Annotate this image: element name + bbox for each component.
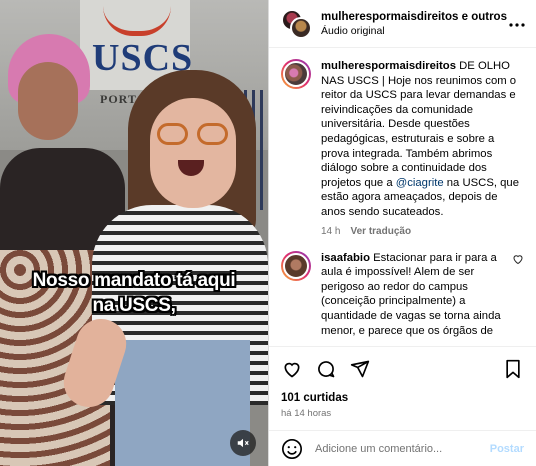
- header-username[interactable]: mulherespormaisdireitos: [321, 11, 458, 23]
- audio-link[interactable]: Áudio original: [321, 25, 508, 37]
- heart-icon: [284, 362, 300, 377]
- commenter-avatar[interactable]: [281, 250, 311, 281]
- comment-body: Estacionar para ir para a aula é impossí…: [321, 251, 501, 337]
- comment-icon: [318, 360, 335, 377]
- post-side-panel: mulherespormaisdireitos e outros Áudio o…: [268, 0, 536, 466]
- person-right-face: [150, 98, 236, 208]
- person-left-face: [18, 62, 78, 140]
- translate-link[interactable]: Ver tradução: [350, 226, 411, 237]
- comments-section[interactable]: mulherespormaisdireitos DE OLHO NAS USCS…: [269, 49, 536, 345]
- action-bar: [269, 346, 536, 390]
- collab-avatars[interactable]: [281, 8, 312, 39]
- instagram-post-view: USCS PORTARIA Nosso mandato tá aqui na U…: [0, 0, 536, 466]
- caption-meta: 14 h Ver tradução: [321, 226, 524, 237]
- mute-button[interactable]: [230, 430, 256, 456]
- post-comment-button[interactable]: Postar: [490, 443, 524, 455]
- header-text: mulherespormaisdireitos e outros Áudio o…: [321, 11, 508, 37]
- video-caption-line-1: Nosso mandato tá aqui: [32, 270, 236, 291]
- like-comment-icon[interactable]: [512, 253, 524, 265]
- comment-item: isaafabio Estacionar para ir para a aula…: [281, 250, 524, 339]
- send-icon: [350, 360, 370, 377]
- glasses: [157, 123, 231, 145]
- reel-video[interactable]: USCS PORTARIA Nosso mandato tá aqui na U…: [0, 0, 268, 466]
- more-horizontal-icon: [509, 22, 525, 27]
- save-button[interactable]: [502, 358, 524, 380]
- caption-body-1: DE OLHO NAS USCS | Hoje nos reunimos com…: [321, 60, 517, 189]
- bookmark-icon: [506, 359, 520, 378]
- post-caption: mulherespormaisdireitos DE OLHO NAS USCS…: [281, 59, 524, 237]
- like-button[interactable]: [281, 358, 303, 380]
- comment-button[interactable]: [315, 358, 337, 380]
- avatar: [290, 16, 312, 39]
- header-title[interactable]: mulherespormaisdireitos e outros: [321, 11, 508, 23]
- more-options-button[interactable]: [508, 15, 526, 33]
- caption-time: 14 h: [321, 225, 341, 237]
- comment-input[interactable]: [315, 442, 490, 455]
- speaker-muted-icon: [237, 438, 249, 448]
- caption-mention[interactable]: @ciagrite: [396, 177, 444, 189]
- caption-username[interactable]: mulherespormaisdireitos: [321, 60, 456, 72]
- caption-text: mulherespormaisdireitos DE OLHO NAS USCS…: [321, 59, 524, 220]
- emoji-icon[interactable]: [281, 438, 303, 460]
- share-button[interactable]: [349, 358, 371, 380]
- header-others[interactable]: e outros: [458, 11, 507, 23]
- add-comment-bar: Postar: [269, 430, 536, 466]
- likes-count[interactable]: 101 curtidas: [281, 392, 348, 404]
- video-caption-line-2: na USCS,: [92, 295, 176, 316]
- post-header: mulherespormaisdireitos e outros Áudio o…: [269, 0, 536, 48]
- author-avatar[interactable]: [281, 59, 311, 89]
- comment-text: isaafabio Estacionar para ir para a aula…: [321, 251, 506, 339]
- comment-username[interactable]: isaafabio: [321, 252, 370, 264]
- post-time[interactable]: há 14 horas: [281, 408, 331, 419]
